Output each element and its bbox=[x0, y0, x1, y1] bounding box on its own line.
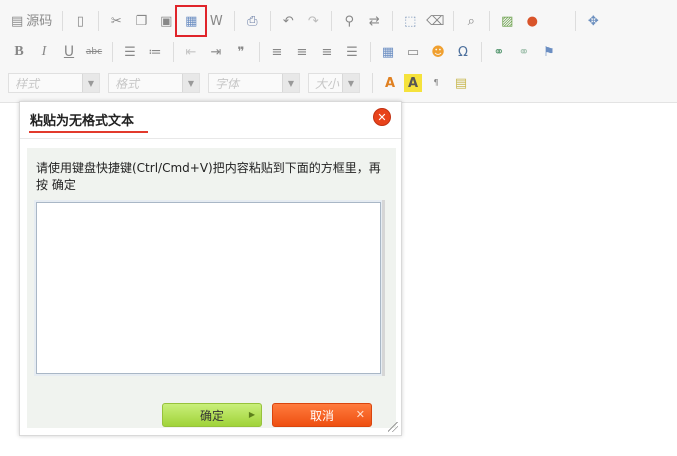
outdent-icon[interactable]: ⇤ bbox=[180, 41, 202, 63]
toolbar-separator bbox=[481, 42, 482, 62]
toolbar-separator bbox=[270, 11, 272, 31]
show-blocks-icon[interactable]: ¶ bbox=[425, 72, 447, 94]
align-center-icon[interactable]: ≡ bbox=[291, 41, 313, 63]
horizontal-rule-icon[interactable]: ▭ bbox=[402, 41, 424, 63]
paste-icon[interactable]: ▣ bbox=[155, 10, 177, 32]
toolbar-separator bbox=[62, 11, 64, 31]
link-icon[interactable]: ⚭ bbox=[488, 41, 510, 63]
align-right-icon[interactable]: ≡ bbox=[316, 41, 338, 63]
remove-format-icon[interactable]: ⌫ bbox=[424, 10, 446, 32]
toolbar-separator bbox=[98, 11, 100, 31]
copy-icon[interactable]: ❐ bbox=[130, 10, 152, 32]
image-icon[interactable]: ▨ bbox=[496, 10, 518, 32]
replace-icon[interactable]: ⇄ bbox=[363, 10, 385, 32]
cancel-button[interactable]: 取消 ✕ bbox=[272, 403, 372, 427]
toolbar-row-1: ▤ 源码 ▯ ✂ ❐ ▣ ▦ W ⎙ ↶ ↷ ⚲ ⇄ ⬚ ⌫ ⌕ ▨ ● ✥ bbox=[8, 5, 607, 37]
font-family-placeholder: 字体 bbox=[215, 76, 240, 91]
dialog-title: 粘贴为无格式文本 bbox=[30, 114, 135, 129]
numbered-list-icon[interactable]: ☰ bbox=[119, 41, 141, 63]
arrow-right-icon: ▶ bbox=[248, 410, 255, 419]
print-icon[interactable]: ⎙ bbox=[241, 10, 263, 32]
font-style-placeholder: 样式 bbox=[15, 76, 40, 91]
chevron-down-icon: ▼ bbox=[282, 74, 299, 92]
dialog-body: 请使用键盘快捷键(Ctrl/Cmd+V)把内容粘贴到下面的方框里，再按 确定 bbox=[27, 148, 396, 398]
flash-icon[interactable]: ● bbox=[521, 10, 543, 32]
dialog-footer: 确定 ▶ 取消 ✕ bbox=[27, 398, 396, 428]
title-underline bbox=[29, 131, 148, 133]
smiley-icon[interactable]: ☻ bbox=[427, 41, 449, 63]
cancel-label: 取消 bbox=[309, 408, 334, 423]
bulleted-list-icon[interactable]: ≔ bbox=[144, 41, 166, 63]
toolbar-separator bbox=[112, 42, 113, 62]
blockquote-icon[interactable]: ❞ bbox=[230, 41, 252, 63]
close-icon: ✕ bbox=[355, 408, 365, 421]
toolbar-separator bbox=[575, 11, 577, 31]
align-left-icon[interactable]: ≡ bbox=[266, 41, 288, 63]
ok-button[interactable]: 确定 ▶ bbox=[162, 403, 262, 427]
anchor-flag-icon[interactable]: ⚑ bbox=[538, 41, 560, 63]
redo-icon[interactable]: ↷ bbox=[302, 10, 324, 32]
strikethrough-icon[interactable]: abc bbox=[83, 41, 105, 63]
toolbar-row-2: B I U abc ☰ ≔ ⇤ ⇥ ❞ ≡ ≡ ≡ ☰ ▦ ▭ ☻ Ω ⚭ ⚭ … bbox=[8, 39, 563, 65]
editor-toolbar: ▤ 源码 ▯ ✂ ❐ ▣ ▦ W ⎙ ↶ ↷ ⚲ ⇄ ⬚ ⌫ ⌕ ▨ ● ✥ B… bbox=[0, 0, 677, 103]
document-icon[interactable]: ▯ bbox=[69, 10, 91, 32]
instruction-text: 请使用键盘快捷键(Ctrl/Cmd+V)把内容粘贴到下面的方框里，再按 确定 bbox=[36, 161, 381, 192]
undo-icon[interactable]: ↶ bbox=[277, 10, 299, 32]
blank-icon bbox=[546, 10, 568, 32]
font-family-select[interactable]: 字体 ▼ bbox=[208, 73, 300, 93]
toolbar-separator bbox=[372, 73, 373, 93]
unlink-icon[interactable]: ⚭ bbox=[513, 41, 535, 63]
source-button[interactable]: ▤ 源码 bbox=[8, 10, 55, 32]
chevron-down-icon: ▼ bbox=[182, 74, 199, 92]
bold-icon[interactable]: B bbox=[8, 41, 30, 63]
close-icon[interactable]: ✕ bbox=[373, 108, 391, 126]
resize-handle-icon[interactable] bbox=[388, 422, 398, 432]
textarea-scrollbar[interactable] bbox=[382, 200, 385, 376]
toolbar-separator bbox=[331, 11, 333, 31]
find-icon[interactable]: ⚲ bbox=[338, 10, 360, 32]
font-style-select[interactable]: 样式 ▼ bbox=[8, 73, 100, 93]
text-color-icon[interactable]: A bbox=[379, 72, 401, 94]
toolbar-row-3: 样式 ▼ 格式 ▼ 字体 ▼ 大小 ▼ A A ¶ ▤ bbox=[8, 70, 475, 96]
indent-icon[interactable]: ⇥ bbox=[205, 41, 227, 63]
select-all-icon[interactable]: ⬚ bbox=[399, 10, 421, 32]
paste-text-dialog: 粘贴为无格式文本 ✕ 请使用键盘快捷键(Ctrl/Cmd+V)把内容粘贴到下面的… bbox=[19, 101, 402, 436]
ok-label: 确定 bbox=[199, 408, 224, 423]
paste-textarea[interactable] bbox=[36, 202, 381, 374]
align-justify-icon[interactable]: ☰ bbox=[341, 41, 363, 63]
bg-color-icon[interactable]: A bbox=[404, 74, 422, 92]
maximize-icon[interactable]: ✥ bbox=[582, 10, 604, 32]
chevron-down-icon: ▼ bbox=[82, 74, 99, 92]
toolbar-separator bbox=[453, 11, 455, 31]
toolbar-separator bbox=[489, 11, 491, 31]
format-placeholder: 格式 bbox=[115, 76, 140, 91]
paste-from-word-icon[interactable]: W bbox=[205, 10, 227, 32]
font-size-select[interactable]: 大小 ▼ bbox=[308, 73, 360, 93]
format-select[interactable]: 格式 ▼ bbox=[108, 73, 200, 93]
chevron-down-icon: ▼ bbox=[342, 74, 359, 92]
preview-icon[interactable]: ⌕ bbox=[460, 10, 482, 32]
toolbar-separator bbox=[259, 42, 260, 62]
table-icon[interactable]: ▦ bbox=[377, 41, 399, 63]
cut-icon[interactable]: ✂ bbox=[105, 10, 127, 32]
source-label: 源码 bbox=[26, 13, 53, 29]
font-size-placeholder: 大小 bbox=[315, 76, 340, 91]
template-icon[interactable]: ▤ bbox=[450, 72, 472, 94]
paste-text-icon[interactable]: ▦ bbox=[175, 5, 208, 37]
toolbar-separator bbox=[370, 42, 371, 62]
dialog-divider bbox=[20, 138, 401, 139]
toolbar-separator bbox=[234, 11, 236, 31]
source-icon: ▤ bbox=[11, 13, 24, 29]
toolbar-separator bbox=[392, 11, 394, 31]
italic-icon[interactable]: I bbox=[33, 41, 55, 63]
special-char-icon[interactable]: Ω bbox=[452, 41, 474, 63]
underline-icon[interactable]: U bbox=[58, 41, 80, 63]
toolbar-separator bbox=[173, 42, 174, 62]
